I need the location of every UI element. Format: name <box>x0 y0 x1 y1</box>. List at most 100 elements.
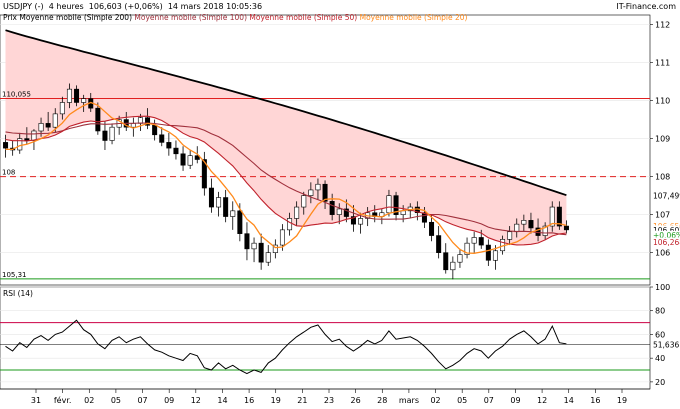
x-tick-label: 02 <box>430 396 440 405</box>
last-change: 106,603 (+0,06%) <box>88 2 163 11</box>
x-tick-label: 07 <box>484 396 494 405</box>
x-tick-label: 14 <box>564 396 574 405</box>
rsi-tick-label: 20 <box>655 378 665 387</box>
x-tick-label: 02 <box>84 396 94 405</box>
candle-up <box>521 220 527 225</box>
candle-down <box>152 124 158 136</box>
candle-up <box>187 155 193 166</box>
candle-up <box>457 254 463 263</box>
candle-down <box>429 221 435 236</box>
candle-up <box>386 195 392 214</box>
candle-down <box>159 134 165 143</box>
rsi-title: RSI (14) <box>3 289 33 298</box>
candle-down <box>528 220 534 229</box>
datetime: 14 mars 2018 10:05:36 <box>167 2 263 11</box>
value-tag-label: 107,499 <box>653 192 680 201</box>
candle-up <box>301 195 307 208</box>
chart-title-row: USDJPY (-) 4 heures 106,603 (+0,06%) 14 … <box>3 2 262 12</box>
x-tick-label: 19 <box>617 396 627 405</box>
resistance-label: 110,055 <box>2 90 31 98</box>
candle-up <box>514 223 520 233</box>
candle-down <box>478 237 484 246</box>
candle-up <box>294 206 300 219</box>
candle-up <box>31 130 37 141</box>
candle-up <box>358 218 364 225</box>
candle-down <box>166 142 172 149</box>
x-tick-label: 19 <box>271 396 281 405</box>
candle-down <box>180 153 186 166</box>
candle-down <box>443 252 449 271</box>
value-tag-label: 106,268 <box>653 238 680 247</box>
support-label: 105,31 <box>2 271 27 279</box>
x-tick-label: 23 <box>324 396 334 405</box>
candle-up <box>308 189 314 196</box>
price-tick-label: 107 <box>655 211 670 220</box>
candle-up <box>507 231 513 240</box>
legend-ma200: Moyenne mobile (Simple 200) <box>19 13 132 22</box>
timeframe: 4 heures <box>48 2 84 11</box>
candle-down <box>45 123 51 128</box>
candle-down <box>102 130 108 141</box>
candle-up <box>471 237 477 244</box>
candle-up <box>130 123 136 128</box>
x-tick-label: 28 <box>377 396 387 405</box>
candle-down <box>208 187 214 208</box>
x-tick-label: 26 <box>351 396 361 405</box>
candle-up <box>109 126 115 141</box>
candle-down <box>244 233 250 250</box>
x-tick-label: 12 <box>191 396 201 405</box>
legend-row: Prix Moyenne mobile (Simple 200) Moyenne… <box>3 13 467 23</box>
candle-up <box>81 98 87 103</box>
candle-up <box>336 208 342 215</box>
x-tick-label: 05 <box>111 396 121 405</box>
candle-up <box>59 102 65 115</box>
price-tick-label: 112 <box>655 21 670 30</box>
candle-up <box>216 197 222 208</box>
rsi-tick-label: 80 <box>655 307 665 316</box>
x-tick-label: 31 <box>31 396 41 405</box>
candle-up <box>315 183 321 191</box>
x-tick-label: 07 <box>137 396 147 405</box>
candle-up <box>66 88 72 103</box>
candle-down <box>223 197 229 217</box>
rsi-panel <box>0 286 651 390</box>
rsi-axis: 20 40 60 80 100 51,636 <box>650 283 679 387</box>
x-axis: 31 févr. 02 05 07 09 12 14 16 19 21 23 26 28 mars 02 05 0… <box>0 388 650 405</box>
candle-down <box>563 225 569 231</box>
candle-up <box>52 113 58 128</box>
candle-down <box>95 107 101 132</box>
candle-up <box>230 210 236 217</box>
candle-down <box>237 210 243 234</box>
candle-down <box>74 88 80 103</box>
legend-ma20: Moyenne mobile (Simple 20) <box>359 13 468 22</box>
price-tick-label: 110 <box>655 97 670 106</box>
rsi-last-label: 51,636 <box>653 340 679 349</box>
candle-up <box>265 252 271 263</box>
legend-ma50: Moyenne mobile (Simple 50) <box>249 13 358 22</box>
candle-up <box>450 261 456 271</box>
candle-down <box>436 235 442 253</box>
x-tick-label: 14 <box>217 396 227 405</box>
x-tick-label: 16 <box>244 396 254 405</box>
candle-up <box>492 250 498 261</box>
price-tick-label: 106 <box>655 249 670 258</box>
rsi-tick-label: 60 <box>655 330 665 339</box>
x-tick-label: 16 <box>590 396 600 405</box>
x-tick-label: févr. <box>54 395 72 405</box>
brand: IT-Finance.com <box>616 2 676 11</box>
candle-up <box>251 242 257 250</box>
x-tick-label: 05 <box>457 396 467 405</box>
candle-down <box>258 242 264 263</box>
price-tick-label: 111 <box>655 59 670 68</box>
rsi-tick-label: 40 <box>655 354 665 363</box>
x-tick-label: 21 <box>297 396 307 405</box>
candle-down <box>485 244 491 261</box>
x-tick-label: 12 <box>537 396 547 405</box>
rsi-tick-label: 100 <box>655 283 670 292</box>
candle-up <box>287 218 293 231</box>
candle-up <box>38 123 44 132</box>
symbol: USDJPY (-) <box>3 2 44 11</box>
x-tick-label: 09 <box>164 396 174 405</box>
x-tick-label: 09 <box>510 396 520 405</box>
x-tick-label: mars <box>399 396 419 405</box>
